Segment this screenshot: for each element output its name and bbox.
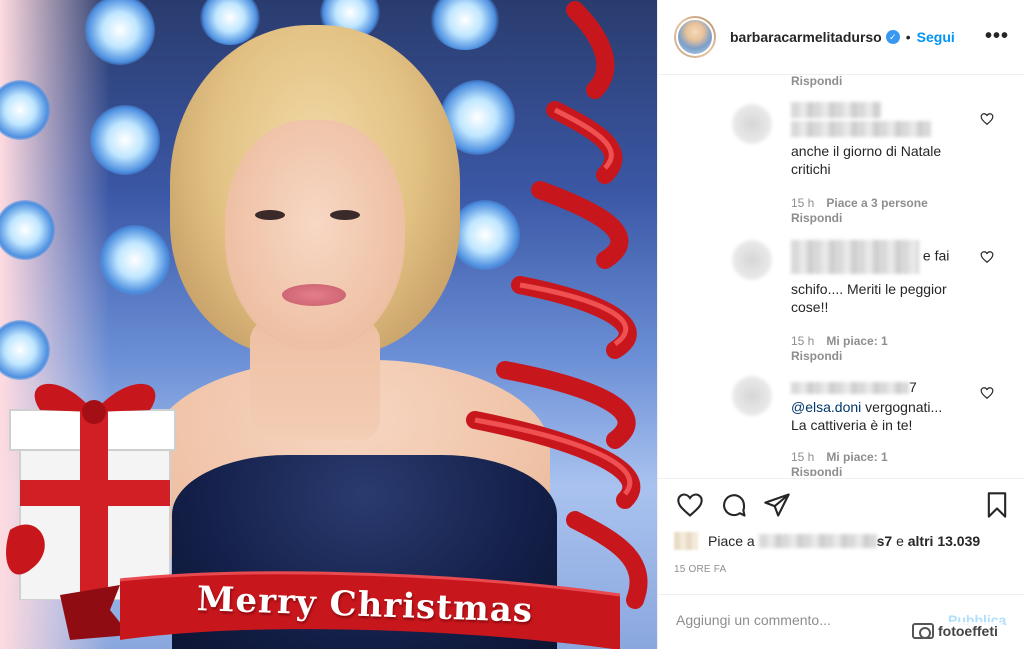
blurred-username bbox=[791, 102, 881, 119]
stage-light bbox=[90, 105, 160, 175]
comment-first-line: @elsa.doni vergognati... bbox=[791, 398, 991, 416]
comment-text: anche il giorno di Natale critichi bbox=[791, 143, 942, 177]
watermark-text: fotoeffeti bbox=[938, 623, 998, 639]
likes-summary[interactable]: Piace a s7 e altri 13.039 bbox=[674, 532, 980, 550]
person-lips bbox=[282, 284, 346, 306]
follow-button[interactable]: Segui bbox=[917, 29, 955, 45]
commenter-avatar[interactable] bbox=[732, 240, 772, 280]
comment-input[interactable] bbox=[676, 609, 926, 631]
share-icon[interactable] bbox=[763, 491, 791, 519]
comment-text: schifo.... Meriti le peggior cose!! bbox=[791, 281, 947, 315]
blurred-username bbox=[791, 120, 931, 137]
reply-button[interactable]: Rispondi bbox=[791, 465, 842, 476]
comment-text: La cattiveria è in te! bbox=[791, 417, 913, 433]
reply-button[interactable]: Rispondi bbox=[791, 349, 842, 363]
profile-avatar[interactable] bbox=[674, 16, 716, 58]
comment-time: 15 h bbox=[791, 334, 815, 348]
comment-meta: 15 h Mi piace: 1 bbox=[791, 450, 888, 464]
heart-icon[interactable] bbox=[676, 491, 704, 519]
commenter-avatar[interactable] bbox=[732, 104, 772, 144]
likes-prefix: Piace a bbox=[708, 533, 755, 549]
comment-username-visible: 7 bbox=[909, 379, 917, 395]
commenter-avatar[interactable] bbox=[732, 376, 772, 416]
liker-username-suffix[interactable]: s7 bbox=[877, 533, 893, 549]
comment-text-suffix: e fai bbox=[922, 247, 950, 264]
comment-username-blurred[interactable] bbox=[791, 100, 971, 137]
bookmark-icon[interactable] bbox=[983, 491, 1011, 519]
comment-icon[interactable] bbox=[720, 491, 748, 519]
post-header: barbaracarmelitadurso ✓ • Segui ••• bbox=[658, 0, 1024, 75]
comment-first-line: e fai bbox=[791, 240, 981, 274]
christmas-ribbon-tree bbox=[466, 1, 648, 609]
comment-mention-link[interactable]: @elsa.doni bbox=[791, 399, 861, 415]
blurred-username bbox=[791, 382, 909, 395]
reply-button[interactable]: Rispondi bbox=[791, 76, 842, 88]
comment-text-after-mention: vergognati... bbox=[861, 399, 943, 415]
person-eye bbox=[255, 210, 285, 220]
comment-likes[interactable]: Mi piace: 1 bbox=[826, 450, 887, 464]
post-timestamp[interactable]: 15 ORE FA bbox=[674, 564, 726, 575]
post-image[interactable]: Merry Christmas bbox=[0, 0, 657, 649]
comments-list[interactable]: Rispondi anche il giorno di Natale criti… bbox=[658, 76, 1024, 476]
blurred-username bbox=[791, 240, 919, 274]
liker-avatar bbox=[674, 532, 698, 550]
comment-like-heart-icon[interactable] bbox=[980, 112, 994, 126]
likes-and: e bbox=[896, 533, 904, 549]
comment-meta: 15 h Mi piace: 1 bbox=[791, 334, 888, 348]
comment-meta: 15 h Piace a 3 persone bbox=[791, 196, 928, 210]
comment-like-heart-icon[interactable] bbox=[980, 386, 994, 400]
likes-others-count[interactable]: altri 13.039 bbox=[908, 533, 980, 549]
more-options-icon[interactable]: ••• bbox=[985, 26, 1009, 46]
comment-time: 15 h bbox=[791, 450, 815, 464]
comment-likes[interactable]: Piace a 3 persone bbox=[826, 196, 927, 210]
post-side-panel: barbaracarmelitadurso ✓ • Segui ••• Risp… bbox=[657, 0, 1024, 649]
post-action-bar bbox=[658, 478, 1024, 530]
stage-light bbox=[85, 0, 155, 65]
comment-time: 15 h bbox=[791, 196, 815, 210]
username[interactable]: barbaracarmelitadurso bbox=[730, 29, 882, 45]
separator-dot: • bbox=[905, 29, 911, 45]
person-face bbox=[225, 120, 405, 350]
comment-likes[interactable]: Mi piace: 1 bbox=[826, 334, 887, 348]
camera-icon bbox=[912, 623, 934, 639]
comment-like-heart-icon[interactable] bbox=[980, 250, 994, 264]
comment-username-line[interactable]: 7 bbox=[791, 378, 971, 396]
person-eye bbox=[330, 210, 360, 220]
reply-button[interactable]: Rispondi bbox=[791, 211, 842, 225]
stage-light bbox=[100, 225, 170, 295]
avatar-image bbox=[676, 18, 714, 56]
blurred-liker-username bbox=[758, 534, 877, 548]
verified-badge-icon: ✓ bbox=[885, 30, 900, 44]
watermark: fotoeffeti bbox=[908, 622, 1002, 640]
